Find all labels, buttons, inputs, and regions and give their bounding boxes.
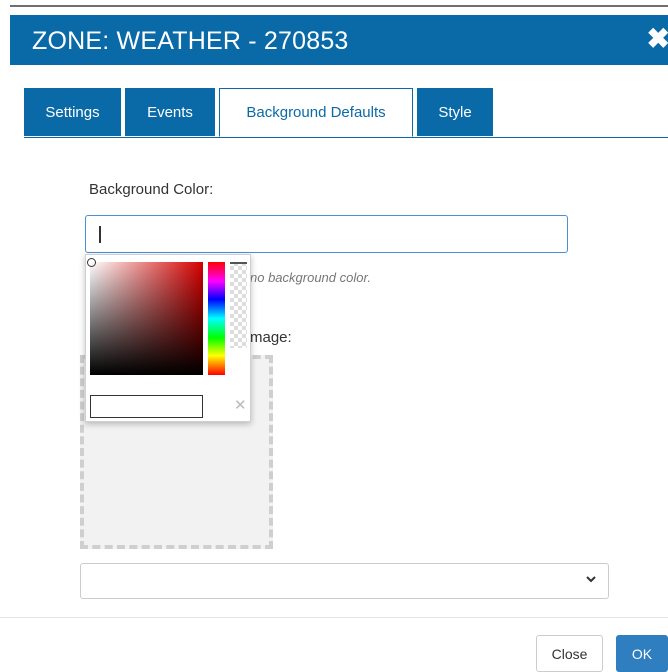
tab-label: Style — [438, 103, 472, 121]
tab-label: Events — [147, 103, 193, 121]
saturation-area[interactable] — [87, 258, 203, 375]
ok-button[interactable]: OK — [616, 635, 668, 672]
close-button-label: Close — [551, 645, 588, 662]
background-color-label: Background Color: — [89, 181, 214, 198]
background-color-input[interactable] — [85, 215, 568, 253]
tab-label: Settings — [45, 103, 100, 121]
text-caret — [99, 226, 101, 243]
close-icon[interactable]: ✖ — [647, 25, 668, 53]
background-color-hint: no background color. — [250, 270, 371, 285]
hue-slider[interactable] — [208, 262, 225, 375]
tab-label: Background Defaults — [246, 104, 386, 121]
footer-divider — [0, 617, 668, 618]
color-picker-input[interactable] — [90, 395, 203, 418]
ok-button-label: OK — [631, 645, 653, 662]
dialog-title: ZONE: WEATHER - 270853 — [32, 27, 349, 55]
dialog-titlebar: ZONE: WEATHER - 270853 ✖ — [10, 15, 668, 65]
chevron-down-icon — [586, 576, 596, 583]
close-button[interactable]: Close — [536, 635, 603, 672]
window-top-rule — [10, 5, 668, 7]
tab-style[interactable]: Style — [417, 88, 493, 136]
tab-events[interactable]: Events — [125, 88, 215, 136]
tab-bar: Settings Events Background Defaults Styl… — [24, 88, 668, 138]
color-picker-popup: ✕ — [85, 254, 251, 422]
alpha-slider[interactable] — [230, 262, 247, 348]
tab-settings[interactable]: Settings — [24, 88, 121, 136]
saturation-handle[interactable] — [87, 258, 96, 267]
background-image-select[interactable] — [80, 563, 609, 599]
clear-icon[interactable]: ✕ — [234, 396, 247, 414]
background-image-label: mage: — [250, 329, 292, 346]
tab-background-defaults[interactable]: Background Defaults — [219, 88, 413, 137]
alpha-slider-handle[interactable] — [230, 262, 247, 264]
